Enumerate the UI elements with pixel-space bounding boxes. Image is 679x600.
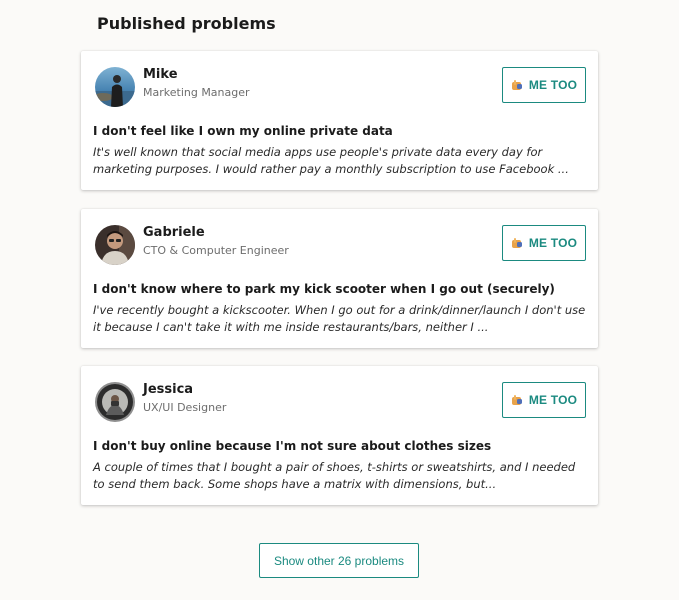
- problem-title[interactable]: I don't buy online because I'm not sure …: [93, 439, 491, 453]
- problem-title[interactable]: I don't know where to park my kick scoot…: [93, 282, 555, 296]
- me-too-label: ME TOO: [528, 236, 578, 250]
- problem-card: Gabriele CTO & Computer Engineer ME TOO …: [81, 209, 598, 348]
- author-role: CTO & Computer Engineer: [143, 244, 289, 257]
- problem-description: A couple of times that I bought a pair o…: [93, 460, 576, 491]
- author-role: UX/UI Designer: [143, 401, 227, 414]
- author-name: Gabriele: [143, 225, 205, 240]
- me-too-label: ME TOO: [528, 393, 578, 407]
- me-too-button[interactable]: ME TOO: [502, 67, 586, 103]
- page-title: Published problems: [97, 14, 276, 33]
- me-too-label: ME TOO: [528, 78, 578, 92]
- raised-hand-icon: [511, 394, 523, 406]
- avatar[interactable]: [95, 382, 135, 422]
- author-name: Jessica: [143, 382, 194, 397]
- me-too-button[interactable]: ME TOO: [502, 225, 586, 261]
- author-name: Mike: [143, 67, 178, 82]
- problem-card: Jessica UX/UI Designer ME TOO I don't bu…: [81, 366, 598, 505]
- problem-title[interactable]: I don't feel like I own my online privat…: [93, 124, 393, 138]
- problem-description: I've recently bought a kickscooter. When…: [93, 303, 586, 334]
- show-more-button[interactable]: Show other 26 problems: [259, 543, 419, 578]
- avatar[interactable]: [95, 225, 135, 265]
- author-role: Marketing Manager: [143, 86, 250, 99]
- raised-hand-icon: [511, 237, 523, 249]
- raised-hand-icon: [511, 79, 523, 91]
- me-too-button[interactable]: ME TOO: [502, 382, 586, 418]
- problem-card: Mike Marketing Manager ME TOO I don't fe…: [81, 51, 598, 190]
- avatar[interactable]: [95, 67, 135, 107]
- problem-description: It's well known that social media apps u…: [93, 145, 569, 176]
